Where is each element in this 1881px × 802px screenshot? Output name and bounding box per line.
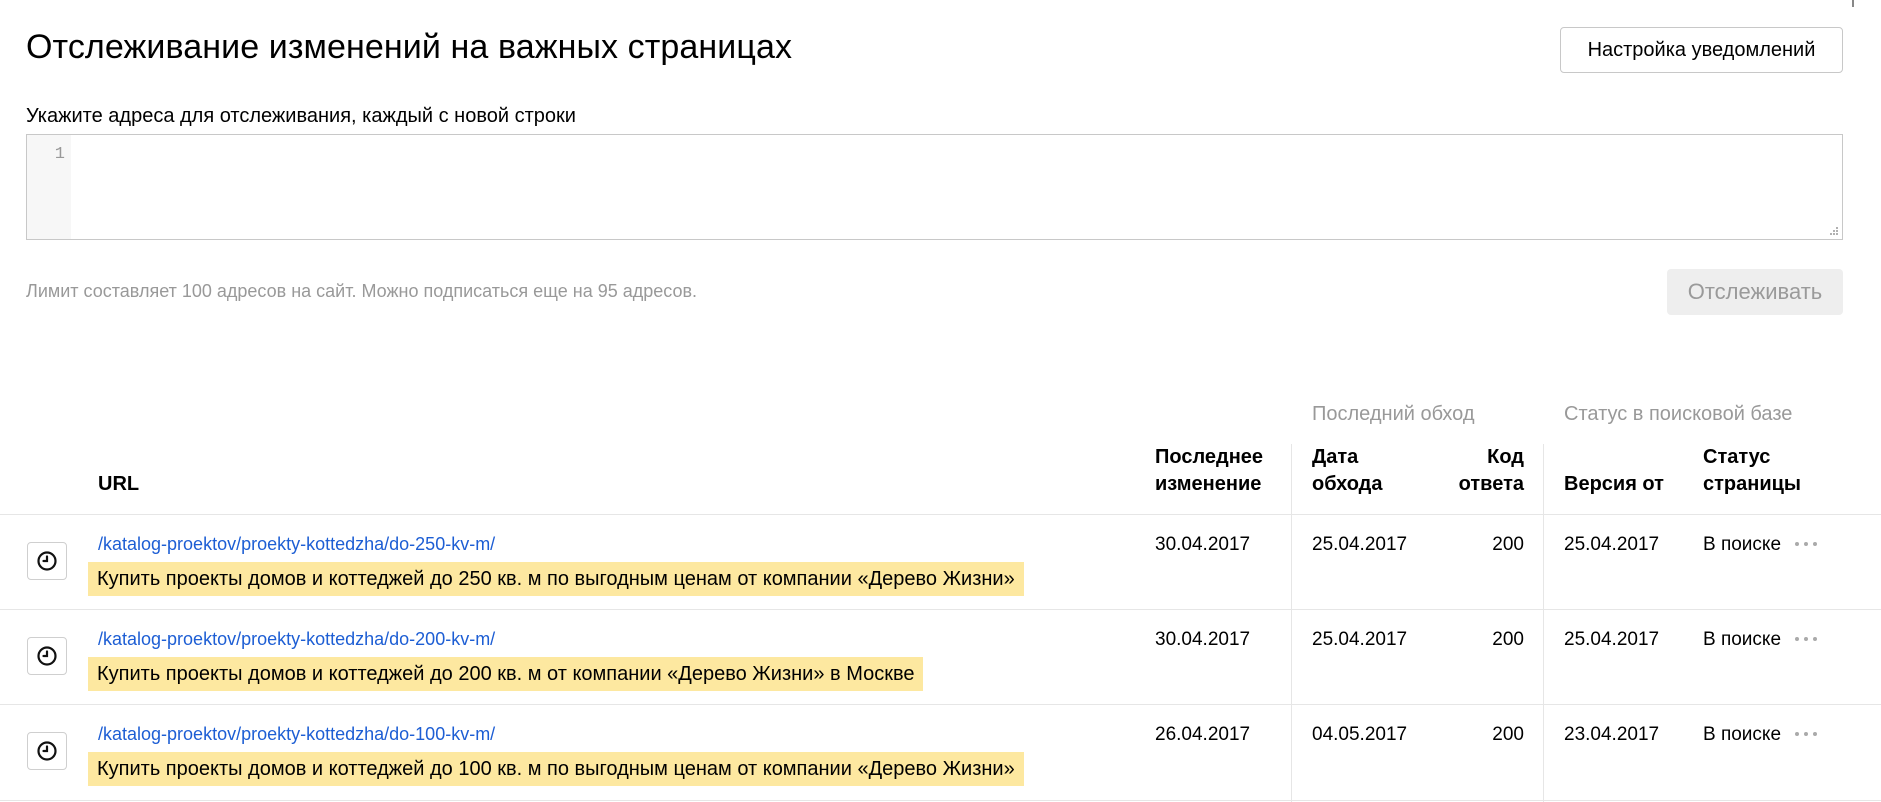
notification-settings-button[interactable]: Настройка уведомлений [1560, 27, 1843, 73]
column-header-crawl-date-line1: Дата [1312, 446, 1359, 468]
line-number: 1 [54, 145, 65, 164]
column-header-crawl-date-line2: обхода [1312, 473, 1383, 495]
table-row: /katalog-proektov/proekty-kottedzha/do-2… [0, 515, 1881, 610]
more-dots-icon[interactable] [1793, 539, 1819, 549]
history-button[interactable] [27, 542, 67, 580]
column-header-page-status-line1: Статус [1703, 446, 1771, 468]
urls-field-label: Укажите адреса для отслеживания, каждый … [26, 105, 576, 127]
page-title-highlight: Купить проекты домов и коттеджей до 250 … [88, 562, 1024, 596]
page-status: В поиске [1703, 629, 1782, 650]
response-code: 200 [1492, 629, 1524, 650]
clock-icon [37, 646, 57, 666]
group-label-last-crawl: Последний обход [1312, 403, 1475, 425]
page-status: В поиске [1703, 724, 1782, 745]
version-date: 23.04.2017 [1564, 724, 1660, 745]
more-dots-icon[interactable] [1793, 729, 1819, 739]
crawl-date: 25.04.2017 [1312, 534, 1408, 555]
clock-icon [37, 741, 57, 761]
scroll-edge-marker [1852, 0, 1854, 7]
table-row: /katalog-proektov/proekty-kottedzha/do-2… [0, 610, 1881, 705]
page-title-highlight: Купить проекты домов и коттеджей до 200 … [88, 657, 924, 691]
page-title-highlight: Купить проекты домов и коттеджей до 100 … [88, 752, 1024, 786]
version-date: 25.04.2017 [1564, 534, 1660, 555]
row-divider [0, 800, 1881, 801]
column-header-page-status-line2: страницы [1703, 473, 1802, 495]
resize-handle-icon[interactable] [1827, 224, 1839, 236]
track-button[interactable]: Отслеживать [1667, 269, 1843, 315]
table-row: /katalog-proektov/proekty-kottedzha/do-1… [0, 705, 1881, 800]
crawl-date: 04.05.2017 [1312, 724, 1408, 745]
column-header-crawl-date: Дата обхода [1312, 444, 1382, 498]
column-header-response-code: Код ответа [1400, 444, 1524, 498]
last-change-date: 30.04.2017 [1155, 534, 1251, 555]
group-label-search-status: Статус в поисковой базе [1564, 403, 1793, 425]
urls-textarea[interactable]: 1 [26, 134, 1843, 240]
version-date: 25.04.2017 [1564, 629, 1660, 650]
clock-icon [37, 551, 57, 571]
response-code: 200 [1492, 534, 1524, 555]
history-button[interactable] [27, 732, 67, 770]
last-change-date: 26.04.2017 [1155, 724, 1251, 745]
column-header-version: Версия от [1564, 473, 1664, 495]
crawl-date: 25.04.2017 [1312, 629, 1408, 650]
column-header-url: URL [98, 473, 140, 495]
page-url-link[interactable]: /katalog-proektov/proekty-kottedzha/do-2… [98, 534, 495, 555]
page-url-link[interactable]: /katalog-proektov/proekty-kottedzha/do-2… [98, 629, 495, 650]
last-change-date: 30.04.2017 [1155, 629, 1251, 650]
column-header-last-change-line1: Последнее [1155, 446, 1264, 468]
column-header-response-code-line1: Код [1487, 446, 1524, 468]
column-header-last-change: Последнее изменение [1155, 444, 1263, 498]
page-title: Отслеживание изменений на важных страниц… [26, 28, 793, 66]
response-code: 200 [1492, 724, 1524, 745]
line-number-gutter: 1 [27, 135, 71, 239]
limit-hint: Лимит составляет 100 адресов на сайт. Мо… [26, 281, 698, 301]
history-button[interactable] [27, 637, 67, 675]
more-dots-icon[interactable] [1793, 634, 1819, 644]
column-header-response-code-line2: ответа [1458, 473, 1524, 495]
column-header-page-status: Статус страницы [1703, 444, 1801, 498]
page-status: В поиске [1703, 534, 1782, 555]
column-header-last-change-line2: изменение [1155, 473, 1262, 495]
page-url-link[interactable]: /katalog-proektov/proekty-kottedzha/do-1… [98, 724, 495, 745]
